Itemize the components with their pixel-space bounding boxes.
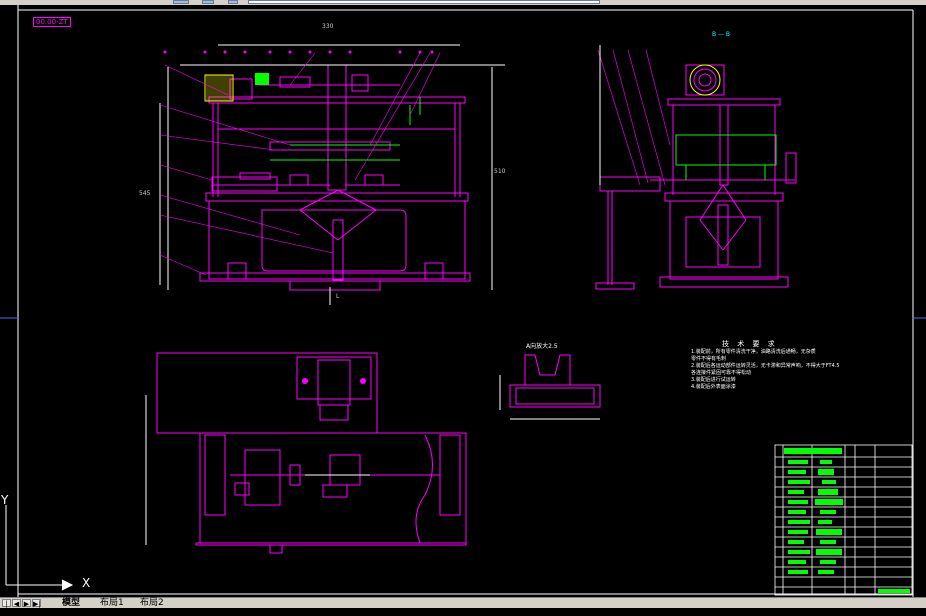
requirement-line: 各连接件紧固可靠不得松动: [691, 370, 752, 376]
view-label-b: B — B: [712, 31, 731, 38]
layer-button[interactable]: [173, 0, 189, 4]
section-label: A向放大2.5: [526, 343, 558, 350]
ucs-x-label: X: [82, 576, 91, 590]
requirements-title: 技 术 要 求: [722, 340, 778, 348]
combo-box[interactable]: [248, 0, 600, 4]
drawing-frame: [0, 5, 926, 597]
section-detail: [499, 354, 601, 420]
next-tab-icon[interactable]: ▶: [22, 599, 31, 608]
dim-bottom-label: L: [336, 293, 340, 300]
requirement-line: 4.装配后外表面涂漆: [691, 384, 736, 390]
requirement-line: 零件不得有毛刺: [691, 356, 727, 362]
prev-tab-icon[interactable]: ◀: [12, 599, 21, 608]
requirement-line: 2.装配后各运动部件运转灵活，无卡滞和异常声响，不得大于FT4.5: [691, 363, 840, 369]
properties-button[interactable]: [202, 0, 214, 4]
sheet-label: 00.00-ZT: [33, 17, 71, 27]
title-block-fills: [784, 448, 910, 593]
top-view: [145, 352, 467, 554]
dim-height-left-label: 545: [139, 190, 151, 197]
side-view: [595, 45, 797, 290]
dim-height-right-label: 510: [494, 168, 506, 175]
requirement-line: 1.装配前，所有零件清洗干净，油路清洗后通畅，无杂质: [691, 349, 816, 355]
ucs-icon: [5, 505, 74, 591]
cad-drawing: [0, 5, 926, 597]
front-view: [159, 44, 505, 305]
first-tab-icon[interactable]: |◀: [2, 599, 11, 616]
model-space-canvas[interactable]: 00.00-ZT 330 545 510 L B — B A向放大2.5 技 术…: [0, 5, 926, 597]
dim-width-label: 330: [322, 23, 334, 30]
style-button[interactable]: [228, 0, 238, 4]
last-tab-icon[interactable]: ▶|: [32, 599, 41, 608]
ucs-y-label: Y: [1, 493, 9, 507]
layout-tabs-bar: |◀ ◀ ▶ ▶| 模型 布局1 布局2: [0, 597, 926, 616]
requirement-line: 3.装配后进行试运转: [691, 377, 736, 383]
